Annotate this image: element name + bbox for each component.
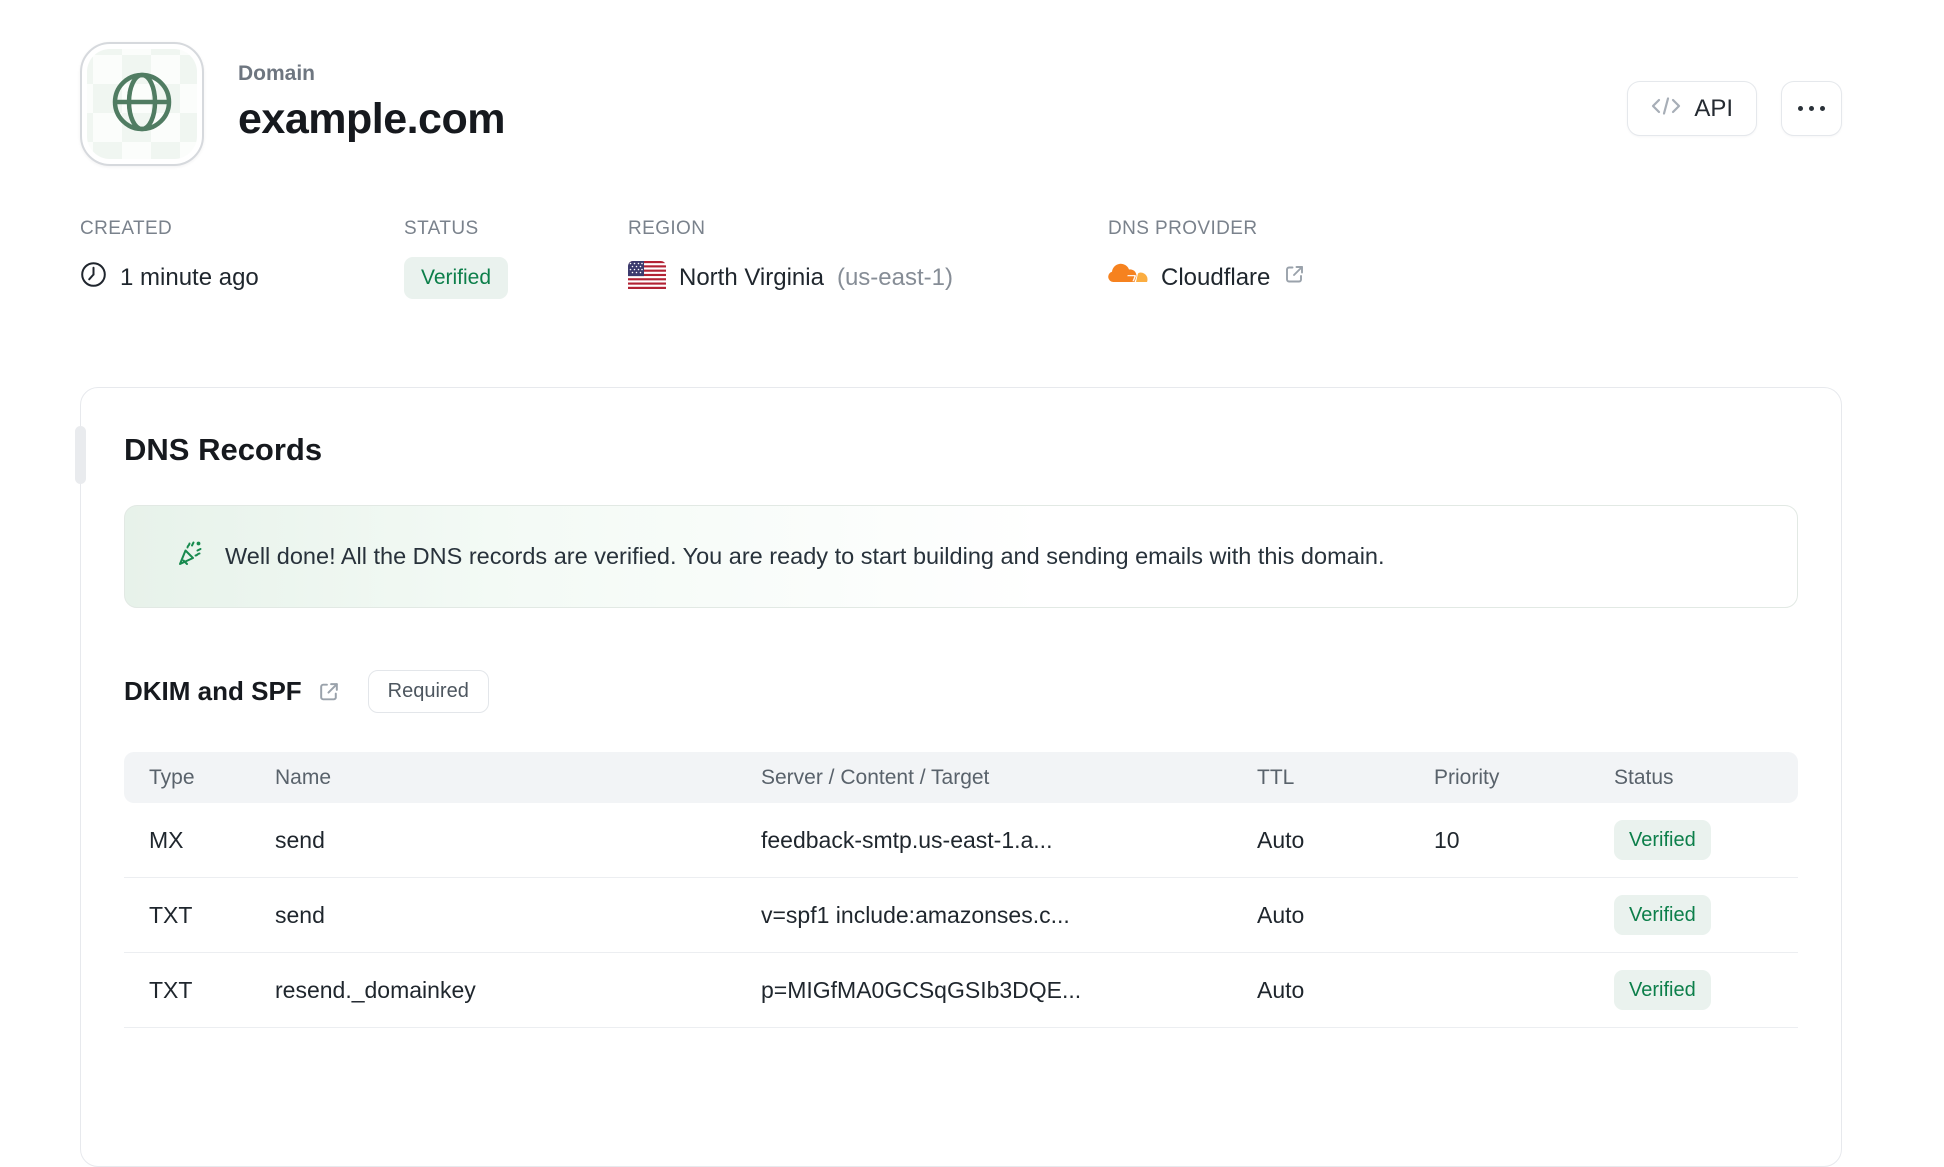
dns-provider-link[interactable]: Cloudflare <box>1108 257 1306 299</box>
cell-type: TXT <box>149 976 193 1003</box>
col-priority: Priority <box>1434 765 1500 789</box>
created-label: CREATED <box>80 218 173 239</box>
page-title: example.com <box>238 95 505 143</box>
dns-provider-value: Cloudflare <box>1161 264 1271 291</box>
col-status: Status <box>1614 765 1674 789</box>
globe-icon <box>104 64 180 145</box>
meta-dns-provider: DNS PROVIDER Cloudflare <box>1108 218 1306 299</box>
card-handle <box>75 426 86 484</box>
dns-provider-label: DNS PROVIDER <box>1108 218 1258 239</box>
success-message: Well done! All the DNS records are verif… <box>225 543 1385 569</box>
table-row: TXT send v=spf1 include:amazonses.c... A… <box>124 878 1798 953</box>
cell-content[interactable]: p=MIGfMA0GCSqGSIb3DQE... <box>761 977 1257 1004</box>
status-badge: Verified <box>1614 970 1711 1010</box>
more-button[interactable] <box>1781 81 1842 136</box>
clock-icon <box>80 261 107 295</box>
table-row: MX send feedback-smtp.us-east-1.a... Aut… <box>124 803 1798 878</box>
status-badge: Verified <box>1614 895 1711 935</box>
table-row: TXT resend._domainkey p=MIGfMA0GCSqGSIb3… <box>124 953 1798 1028</box>
domain-meta: CREATED 1 minute ago STATUS Verified REG… <box>80 218 1842 299</box>
cell-ttl: Auto <box>1257 826 1305 853</box>
success-banner: Well done! All the DNS records are verif… <box>124 505 1798 608</box>
api-button-label: API <box>1694 94 1733 122</box>
cell-content[interactable]: v=spf1 include:amazonses.c... <box>761 902 1257 929</box>
dns-records-title: DNS Records <box>124 432 323 467</box>
required-badge: Required <box>367 670 489 713</box>
dns-table: Type Name Server / Content / Target TTL … <box>124 752 1798 1028</box>
col-name: Name <box>275 765 332 789</box>
cell-type: TXT <box>149 901 193 928</box>
meta-region: REGION North Virginia (us-east-1) <box>628 218 1108 299</box>
cell-content[interactable]: feedback-smtp.us-east-1.a... <box>761 827 1257 854</box>
dkim-spf-external-link-icon[interactable] <box>317 680 341 704</box>
dkim-spf-title: DKIM and SPF <box>124 676 302 706</box>
dns-records-card: DNS Records Well done! All the DNS recor… <box>75 387 1842 1167</box>
us-flag-icon <box>628 260 666 296</box>
cell-priority: 10 <box>1434 826 1460 853</box>
domain-avatar <box>80 42 204 166</box>
api-button[interactable]: API <box>1627 81 1757 136</box>
region-code: (us-east-1) <box>836 264 953 291</box>
table-header: Type Name Server / Content / Target TTL … <box>124 752 1798 803</box>
domain-eyebrow: Domain <box>238 62 316 85</box>
created-value: 1 minute ago <box>120 264 259 291</box>
cell-name: resend._domainkey <box>275 976 476 1003</box>
code-icon <box>1651 95 1681 123</box>
domain-page: Domain example.com API CREATED 1 minute … <box>75 0 1842 1167</box>
cell-name: send <box>275 901 325 928</box>
cell-type: MX <box>149 826 184 853</box>
cell-name: send <box>275 826 325 853</box>
col-content: Server / Content / Target <box>761 765 990 789</box>
col-ttl: TTL <box>1257 765 1295 789</box>
meta-status: STATUS Verified <box>404 218 628 299</box>
region-value: North Virginia <box>679 264 824 291</box>
external-link-icon <box>1283 263 1306 293</box>
col-type: Type <box>149 765 195 789</box>
page-header: Domain example.com API <box>80 42 1842 166</box>
status-label: STATUS <box>404 218 479 239</box>
cloudflare-icon <box>1108 262 1148 295</box>
status-badge: Verified <box>404 257 509 299</box>
party-popper-icon <box>174 538 205 575</box>
meta-created: CREATED 1 minute ago <box>80 218 404 299</box>
dkim-spf-section-head: DKIM and SPF Required <box>124 670 1798 713</box>
region-label: REGION <box>628 218 706 239</box>
cell-ttl: Auto <box>1257 901 1305 928</box>
cell-ttl: Auto <box>1257 976 1305 1003</box>
status-badge: Verified <box>1614 820 1711 860</box>
ellipsis-icon <box>1798 106 1825 111</box>
